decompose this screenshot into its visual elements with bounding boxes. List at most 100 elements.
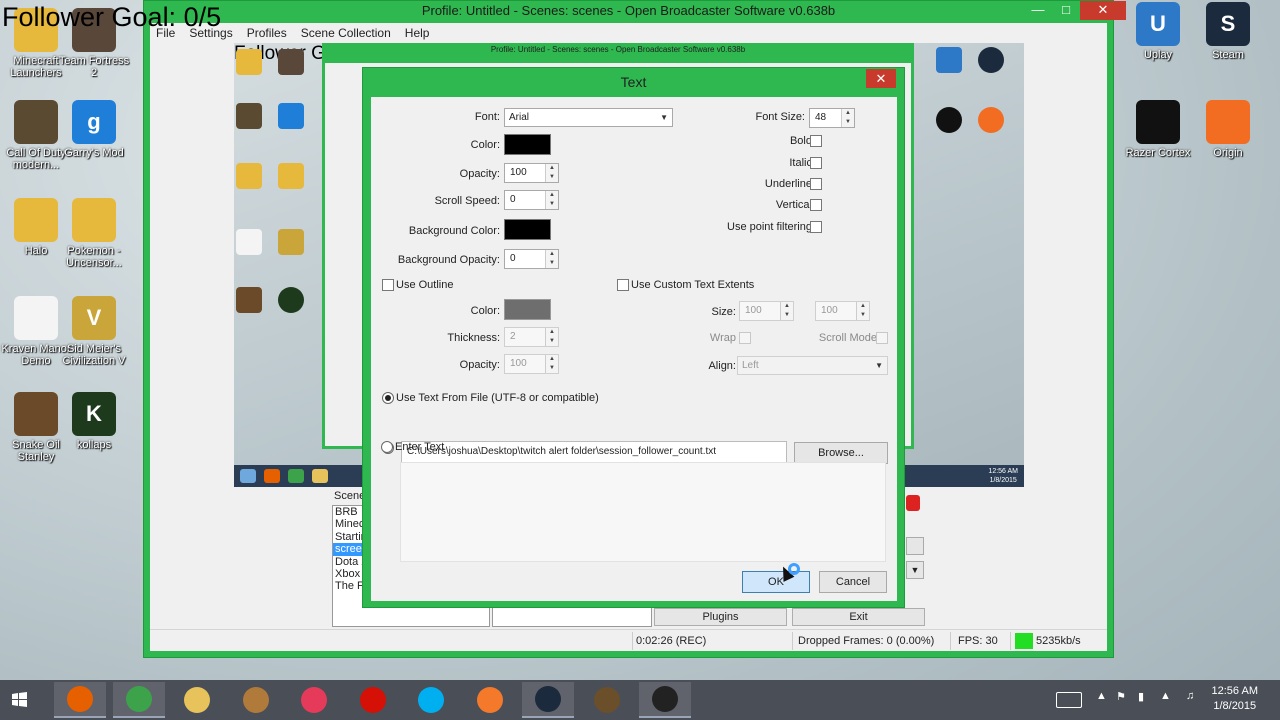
scroll-mode-checkbox[interactable] — [876, 332, 888, 344]
use-file-label: Use Text From File (UTF-8 or compatible) — [396, 392, 599, 404]
wrap-checkbox[interactable] — [739, 332, 751, 344]
outline-opacity-spinner[interactable]: 100 ▲ ▼ — [504, 354, 559, 374]
cancel-button[interactable]: Cancel — [819, 571, 887, 593]
side-button[interactable] — [906, 537, 924, 555]
taskbar-lastfm[interactable] — [347, 682, 399, 718]
desktop-icon-origin[interactable]: Origin — [1192, 100, 1264, 159]
minimize-button[interactable]: — — [1024, 1, 1052, 20]
opacity-spinner[interactable]: 100 ▲ ▼ — [504, 163, 559, 183]
taskbar-file-explorer[interactable] — [171, 682, 223, 718]
scroll-mode-label: Scroll Mode — [818, 332, 877, 344]
dialog-close-button[interactable]: ✕ — [866, 69, 896, 88]
scroll-speed-spinner[interactable]: 0 ▲ ▼ — [504, 190, 559, 210]
speaker-mute-icon[interactable] — [906, 495, 920, 511]
civilization-v-icon: V — [72, 296, 116, 340]
font-label: Font: — [474, 111, 500, 123]
size-height-spinner[interactable]: 100 ▲ ▼ — [815, 301, 870, 321]
menu-scene-collection[interactable]: Scene Collection — [301, 26, 391, 40]
desktop-icon-label: Team Fortress 2 — [58, 55, 130, 79]
taskbar-itunes[interactable] — [288, 682, 340, 718]
stream-health-indicator — [1015, 633, 1033, 649]
align-select[interactable]: Left ▼ — [737, 356, 888, 375]
plugins-button[interactable]: Plugins — [654, 608, 787, 626]
taskbar-skype[interactable] — [405, 682, 457, 718]
menu-profiles[interactable]: Profiles — [247, 26, 287, 40]
obs-status-bar: 0:02:26 (REC) Dropped Frames: 0 (0.00%) … — [150, 629, 1107, 651]
close-button[interactable]: ✕ — [1080, 1, 1126, 20]
exit-button[interactable]: Exit — [792, 608, 925, 626]
clock-date: 1/8/2015 — [1213, 700, 1257, 712]
desktop-icon-kollaps[interactable]: Kkollaps — [58, 392, 130, 451]
bitrate: 5235kb/s — [1036, 635, 1081, 647]
desktop-icon-uplay[interactable]: U Uplay — [1122, 2, 1194, 61]
tray-volume-icon[interactable]: ♫ — [1186, 690, 1194, 710]
file-path-input[interactable]: C:\Users\joshua\Desktop\twitch alert fol… — [401, 441, 787, 463]
point-filtering-checkbox[interactable] — [810, 221, 822, 233]
taskbar-blender[interactable] — [464, 682, 516, 718]
taskbar-obs[interactable] — [639, 682, 691, 718]
font-select[interactable]: Arial ▼ — [504, 108, 673, 127]
font-size-spinner[interactable]: 48 ▲ ▼ — [809, 108, 855, 128]
bold-checkbox[interactable] — [810, 135, 822, 147]
rec-time: 0:02:26 (REC) — [636, 635, 707, 647]
skype-icon — [418, 687, 444, 713]
background-color-swatch[interactable] — [504, 219, 551, 240]
windows-logo-icon — [12, 692, 27, 707]
vertical-checkbox[interactable] — [810, 199, 822, 211]
use-file-radio[interactable] — [382, 392, 394, 404]
taskbar-monkey-app[interactable] — [230, 682, 282, 718]
taskbar-clock[interactable]: 12:56 AM 1/8/2015 — [1212, 684, 1258, 714]
itunes-icon — [301, 687, 327, 713]
background-opacity-spinner[interactable]: 0 ▲ ▼ — [504, 249, 559, 269]
desktop-icon-pokemon-uncensored[interactable]: Pokemon - Uncensor... — [58, 198, 130, 269]
taskbar-chrome[interactable] — [112, 682, 165, 718]
maximize-button[interactable]: □ — [1052, 1, 1080, 20]
clock-time: 12:56 AM — [1211, 685, 1258, 697]
dropped-frames: Dropped Frames: 0 (0.00%) — [798, 635, 935, 647]
tray-battery-icon[interactable]: ▮ — [1138, 690, 1144, 710]
thickness-label: Thickness: — [447, 332, 500, 344]
desktop-icon-label: Origin — [1213, 147, 1243, 159]
start-button[interactable] — [0, 685, 38, 715]
desktop-icon-razer-cortex[interactable]: Razer Cortex — [1122, 100, 1194, 159]
blender-icon — [476, 687, 503, 713]
ok-button[interactable]: OK — [742, 571, 810, 593]
preview-icon — [236, 163, 262, 189]
desktop-icon-steam[interactable]: S Steam — [1192, 2, 1264, 61]
desktop-icon-label: Razer Cortex — [1125, 147, 1191, 159]
outline-opacity-label: Opacity: — [459, 359, 500, 371]
dropdown-button[interactable]: ▼ — [906, 561, 924, 579]
taskbar-firefox[interactable] — [54, 682, 106, 718]
outline-color-swatch[interactable] — [504, 299, 551, 320]
desktop-icon-garrys-mod[interactable]: g Garry's Mod — [58, 100, 130, 159]
tray-chevron-icon[interactable]: ▲ — [1096, 690, 1107, 710]
enter-text-radio[interactable] — [381, 441, 393, 453]
font-color-swatch[interactable] — [504, 134, 551, 155]
underline-checkbox[interactable] — [810, 178, 822, 190]
taskbar-steam[interactable] — [522, 682, 574, 718]
browse-button[interactable]: Browse... — [794, 442, 888, 464]
chevron-down-icon: ▼ — [875, 361, 883, 370]
chevron-down-icon: ▼ — [660, 113, 668, 122]
menu-help[interactable]: Help — [405, 26, 430, 40]
italic-checkbox[interactable] — [810, 157, 822, 169]
thickness-spinner[interactable]: 2 ▲ ▼ — [504, 327, 559, 347]
taskbar-minecraft[interactable] — [581, 682, 633, 718]
vertical-label: Vertical — [775, 199, 812, 211]
window-controls: — □ ✕ — [1024, 1, 1126, 20]
tray-network-icon[interactable]: ▲ — [1160, 690, 1171, 710]
enter-text-label: Enter Text — [395, 441, 445, 453]
keyboard-icon[interactable] — [1056, 692, 1082, 708]
desktop-icon-label: Steam — [1212, 49, 1244, 61]
enter-text-area[interactable] — [400, 462, 886, 562]
size-label: Size: — [711, 306, 736, 318]
custom-extents-checkbox[interactable] — [617, 279, 629, 291]
preview-icon — [278, 103, 304, 129]
desktop-icon-civilization-v[interactable]: V Sid Meier's Civilization V — [58, 296, 130, 367]
use-outline-checkbox[interactable] — [382, 279, 394, 291]
call-of-duty-icon — [14, 100, 58, 144]
align-label: Align: — [708, 360, 736, 372]
tray-flag-icon[interactable]: ⚑ — [1116, 690, 1126, 710]
size-width-spinner[interactable]: 100 ▲ ▼ — [739, 301, 794, 321]
snake-oil-stanley-icon — [14, 392, 58, 436]
